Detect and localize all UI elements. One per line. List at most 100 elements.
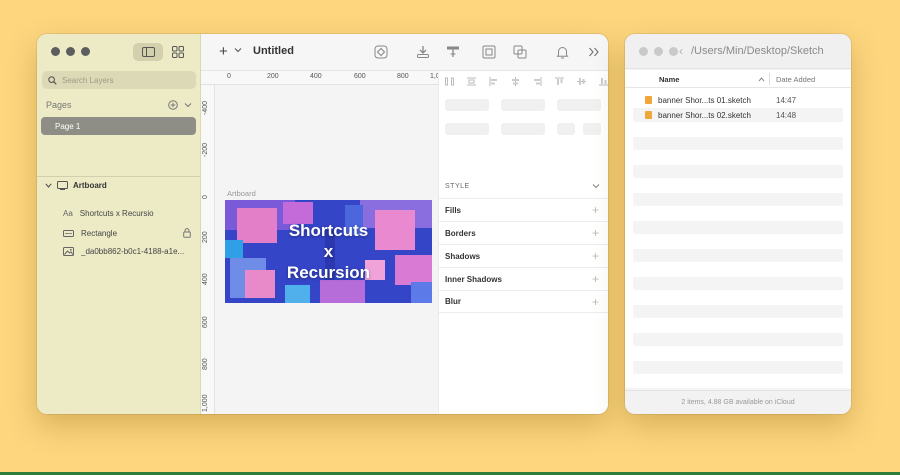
artboard-banner[interactable]: Shortcuts x Recursion (225, 200, 432, 303)
add-fill-icon[interactable]: + (592, 204, 599, 216)
grid-icon (172, 46, 184, 58)
column-separator[interactable] (769, 73, 770, 85)
insert-button[interactable] (415, 44, 431, 60)
text-icon: Aa (63, 209, 73, 218)
flip-button[interactable] (583, 123, 601, 135)
add-page-icon[interactable] (168, 100, 178, 110)
layers-sidebar: Pages Page 1 Artboard Aa Shortcuts x Rec… (37, 34, 201, 414)
page-item-page-1[interactable]: Page 1 (41, 117, 196, 135)
zoom-window-button[interactable] (81, 47, 90, 56)
frame-icon (482, 45, 496, 59)
add-border-icon[interactable]: + (592, 227, 599, 239)
headline-line: x (323, 242, 334, 261)
headline-line: Recursion (286, 263, 371, 282)
file-row[interactable]: banner Shor...ts 01.sketch 14:47 (633, 93, 843, 107)
close-window-button[interactable] (639, 47, 648, 56)
pages-label: Pages (46, 100, 72, 110)
align-middle-icon[interactable] (577, 77, 586, 86)
column-header-name[interactable]: Name (659, 75, 679, 84)
zoom-window-button[interactable] (669, 47, 678, 56)
chevron-down-icon[interactable] (592, 183, 600, 189)
layer-search[interactable] (42, 71, 196, 89)
chevron-down-icon[interactable] (184, 102, 192, 108)
rotation-field[interactable] (557, 99, 601, 111)
ruler-tick: 600 (202, 316, 209, 328)
lock-icon[interactable] (183, 228, 191, 238)
minimize-window-button[interactable] (66, 47, 75, 56)
document-toolbar: + Untitled (201, 34, 608, 71)
distribute-vertical-icon[interactable] (467, 77, 476, 86)
fills-label: Fills (445, 205, 462, 215)
create-symbol-button[interactable] (512, 44, 528, 60)
vertical-ruler[interactable]: -400 -200 0 200 400 600 800 1,000 (201, 85, 215, 414)
artboard-layer-label: Artboard (73, 181, 107, 190)
layer-row-image[interactable]: _da0bb862-b0c1-4188-a1e... (63, 247, 191, 256)
sort-chevron-up-icon[interactable] (758, 77, 765, 82)
align-bottom-icon[interactable] (599, 77, 608, 86)
notifications-button[interactable] (554, 44, 570, 60)
artboard-layer-row[interactable]: Artboard (45, 181, 107, 190)
height-field[interactable] (501, 123, 545, 135)
back-chevron-icon[interactable]: ‹ (679, 44, 683, 58)
file-date: 14:48 (776, 110, 797, 120)
sidebar-toggle-button[interactable] (133, 43, 163, 61)
borders-row[interactable]: Borders + (439, 221, 608, 244)
more-button[interactable] (586, 44, 602, 60)
empty-row (633, 333, 843, 346)
artboard-icon (57, 181, 68, 190)
width-field[interactable] (445, 123, 489, 135)
ruler-tick: 400 (202, 273, 209, 285)
finder-status-bar: 2 items, 4.88 GB available on iCloud (625, 390, 851, 414)
add-shadow-icon[interactable]: + (592, 250, 599, 262)
close-window-button[interactable] (51, 47, 60, 56)
text-style-button[interactable] (445, 44, 461, 60)
alignment-toolbar (445, 77, 608, 86)
window-controls (51, 47, 90, 56)
align-center-icon[interactable] (511, 77, 520, 86)
text-style-icon (447, 46, 459, 57)
inspector-panel: STYLE Fills + Borders + Shadows + Inner … (438, 71, 608, 414)
layer-label: Rectangle (81, 228, 118, 238)
empty-row (633, 193, 843, 206)
empty-row (633, 137, 843, 150)
insert-plus-icon[interactable]: + (219, 44, 228, 59)
inner-shadows-row[interactable]: Inner Shadows + (439, 267, 608, 290)
add-inner-shadow-icon[interactable]: + (592, 273, 599, 285)
align-left-icon[interactable] (489, 77, 498, 86)
x-position-field[interactable] (445, 99, 489, 111)
fills-row[interactable]: Fills + (439, 198, 608, 221)
layer-row-rectangle[interactable]: Rectangle (63, 228, 191, 238)
empty-row (633, 361, 843, 374)
column-header-date-added[interactable]: Date Added (776, 75, 815, 84)
finder-titlebar: ‹ /Users/Min/Desktop/Sketch (625, 34, 851, 69)
align-right-icon[interactable] (533, 77, 542, 86)
image-icon (63, 247, 74, 256)
disclosure-triangle-icon[interactable] (45, 183, 52, 188)
search-input[interactable] (62, 75, 182, 85)
insert-chevron-down-icon[interactable] (234, 47, 242, 53)
shadows-label: Shadows (445, 251, 481, 261)
constrain-proportions-button[interactable] (557, 123, 575, 135)
layer-row-text[interactable]: Aa Shortcuts x Recursio (63, 209, 191, 218)
empty-row (633, 221, 843, 234)
distribute-horizontal-icon[interactable] (445, 77, 454, 86)
insert-icon (417, 46, 429, 58)
frame-button[interactable] (481, 44, 497, 60)
blur-label: Blur (445, 297, 461, 306)
ruler-tick: -400 (202, 100, 209, 115)
y-position-field[interactable] (501, 99, 545, 111)
ruler-tick: 0 (202, 195, 209, 199)
symbol-button[interactable] (373, 44, 389, 60)
minimize-window-button[interactable] (654, 47, 663, 56)
components-button[interactable] (169, 43, 187, 61)
ruler-tick: 200 (267, 73, 279, 80)
file-row[interactable]: banner Shor...ts 02.sketch 14:48 (633, 108, 843, 122)
horizontal-ruler[interactable]: 0 200 400 600 800 1,0 (201, 71, 440, 85)
ruler-tick: 400 (310, 73, 322, 80)
blur-row[interactable]: Blur + (439, 290, 608, 313)
artboard-title[interactable]: Artboard (227, 189, 256, 198)
bell-icon (555, 47, 569, 59)
align-top-icon[interactable] (555, 77, 564, 86)
shadows-row[interactable]: Shadows + (439, 244, 608, 267)
add-blur-icon[interactable]: + (592, 296, 599, 308)
